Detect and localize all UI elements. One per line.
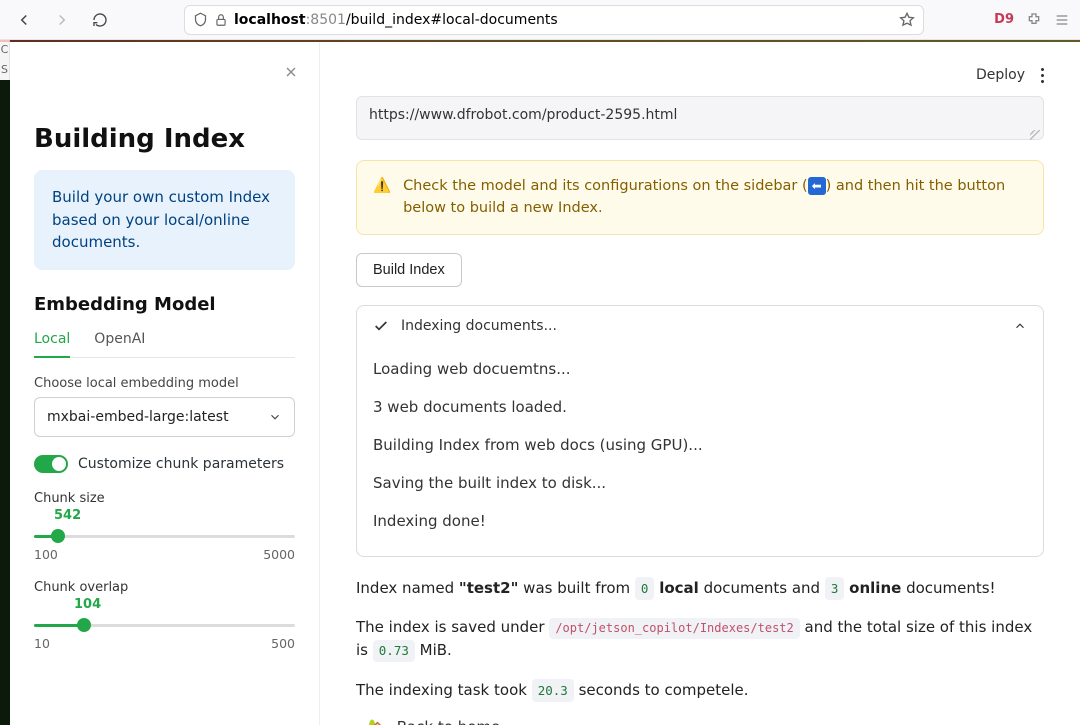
extension-badge[interactable]: D9 (994, 12, 1014, 27)
main-content: Deploy ⚠️ Check the model and its config… (320, 42, 1080, 725)
chevron-down-icon (268, 410, 282, 424)
chunk-overlap-track[interactable] (34, 616, 295, 634)
tab-openai[interactable]: OpenAI (94, 327, 145, 357)
indexing-expander: Indexing documents... Loading web docuem… (356, 305, 1044, 557)
sidebar-title: Building Index (34, 124, 295, 154)
chunk-size-min: 100 (34, 547, 58, 562)
log-line: Building Index from web docs (using GPU)… (373, 426, 1027, 464)
url-text: localhost:8501/build_index#local-documen… (234, 12, 558, 28)
app-menu-button[interactable] (1041, 68, 1044, 83)
sidebar-info-box: Build your own custom Index based on you… (34, 170, 295, 270)
chunk-size-thumb[interactable] (51, 529, 65, 543)
app-menu-icon[interactable] (1054, 12, 1070, 28)
sidebar-collapse-button[interactable] (283, 64, 299, 84)
lock-icon (214, 13, 228, 27)
log-line: 3 web documents loaded. (373, 388, 1027, 426)
back-to-home-label: Back to home (397, 718, 501, 725)
log-line: Saving the built index to disk... (373, 464, 1027, 502)
tab-local[interactable]: Local (34, 327, 70, 357)
config-warning: ⚠️ Check the model and its configuration… (356, 160, 1044, 235)
sidebar: Building Index Build your own custom Ind… (10, 42, 320, 725)
url-bar[interactable]: localhost:8501/build_index#local-documen… (184, 5, 924, 35)
chunk-overlap-value: 104 (74, 597, 295, 612)
embedding-tabs: Local OpenAI (34, 327, 295, 358)
back-to-home-link[interactable]: 🏡 Back to home (356, 718, 1044, 725)
indexing-expander-title: Indexing documents... (401, 318, 557, 334)
chevron-up-icon (1013, 319, 1027, 333)
choose-model-label: Choose local embedding model (34, 376, 295, 391)
url-textarea[interactable] (356, 96, 1044, 140)
bookmark-star-icon[interactable] (899, 12, 915, 28)
deploy-button[interactable]: Deploy (976, 67, 1025, 83)
result-summary-2: The index is saved under /opt/jetson_cop… (356, 616, 1044, 663)
nav-back-button[interactable] (10, 6, 38, 34)
extensions-icon[interactable] (1026, 12, 1042, 28)
chunk-size-slider: Chunk size 542 100 5000 (34, 491, 295, 562)
background-window-sliver: CS (0, 40, 10, 80)
log-line: Indexing done! (373, 502, 1027, 540)
indexing-log: Loading web docuemtns...3 web documents … (357, 346, 1043, 556)
chunk-overlap-thumb[interactable] (77, 618, 91, 632)
chunk-overlap-slider: Chunk overlap 104 10 500 (34, 580, 295, 651)
chunk-overlap-max: 500 (271, 636, 295, 651)
chunk-size-max: 5000 (263, 547, 295, 562)
model-select[interactable]: mxbai-embed-large:latest (34, 397, 295, 437)
customize-chunk-label: Customize chunk parameters (78, 456, 284, 472)
chunk-size-value: 542 (54, 508, 295, 523)
indexing-expander-header[interactable]: Indexing documents... (357, 306, 1043, 346)
chunk-overlap-label: Chunk overlap (34, 580, 295, 595)
chunk-overlap-min: 10 (34, 636, 50, 651)
build-index-button[interactable]: Build Index (356, 253, 462, 287)
nav-reload-button[interactable] (86, 6, 114, 34)
model-select-value: mxbai-embed-large:latest (47, 409, 229, 425)
streamlit-app: Building Index Build your own custom Ind… (10, 42, 1080, 725)
embedding-heading: Embedding Model (34, 294, 295, 315)
log-line: Loading web docuemtns... (373, 350, 1027, 388)
left-arrow-icon: ⬅ (808, 177, 826, 195)
browser-toolbar: localhost:8501/build_index#local-documen… (0, 0, 1080, 40)
nav-forward-button[interactable] (48, 6, 76, 34)
result-summary-1: Index named "test2" was built from 0 loc… (356, 577, 1044, 600)
shield-icon (193, 12, 208, 27)
chunk-size-track[interactable] (34, 527, 295, 545)
result-summary-3: The indexing task took 20.3 seconds to c… (356, 679, 1044, 702)
config-warning-text: Check the model and its configurations o… (403, 175, 1027, 220)
app-topbar: Deploy (356, 60, 1044, 90)
chunk-size-label: Chunk size (34, 491, 295, 506)
warning-icon: ⚠️ (373, 175, 391, 220)
check-icon (373, 318, 389, 334)
home-icon: 🏡 (368, 718, 387, 725)
customize-chunk-toggle[interactable] (34, 455, 68, 473)
